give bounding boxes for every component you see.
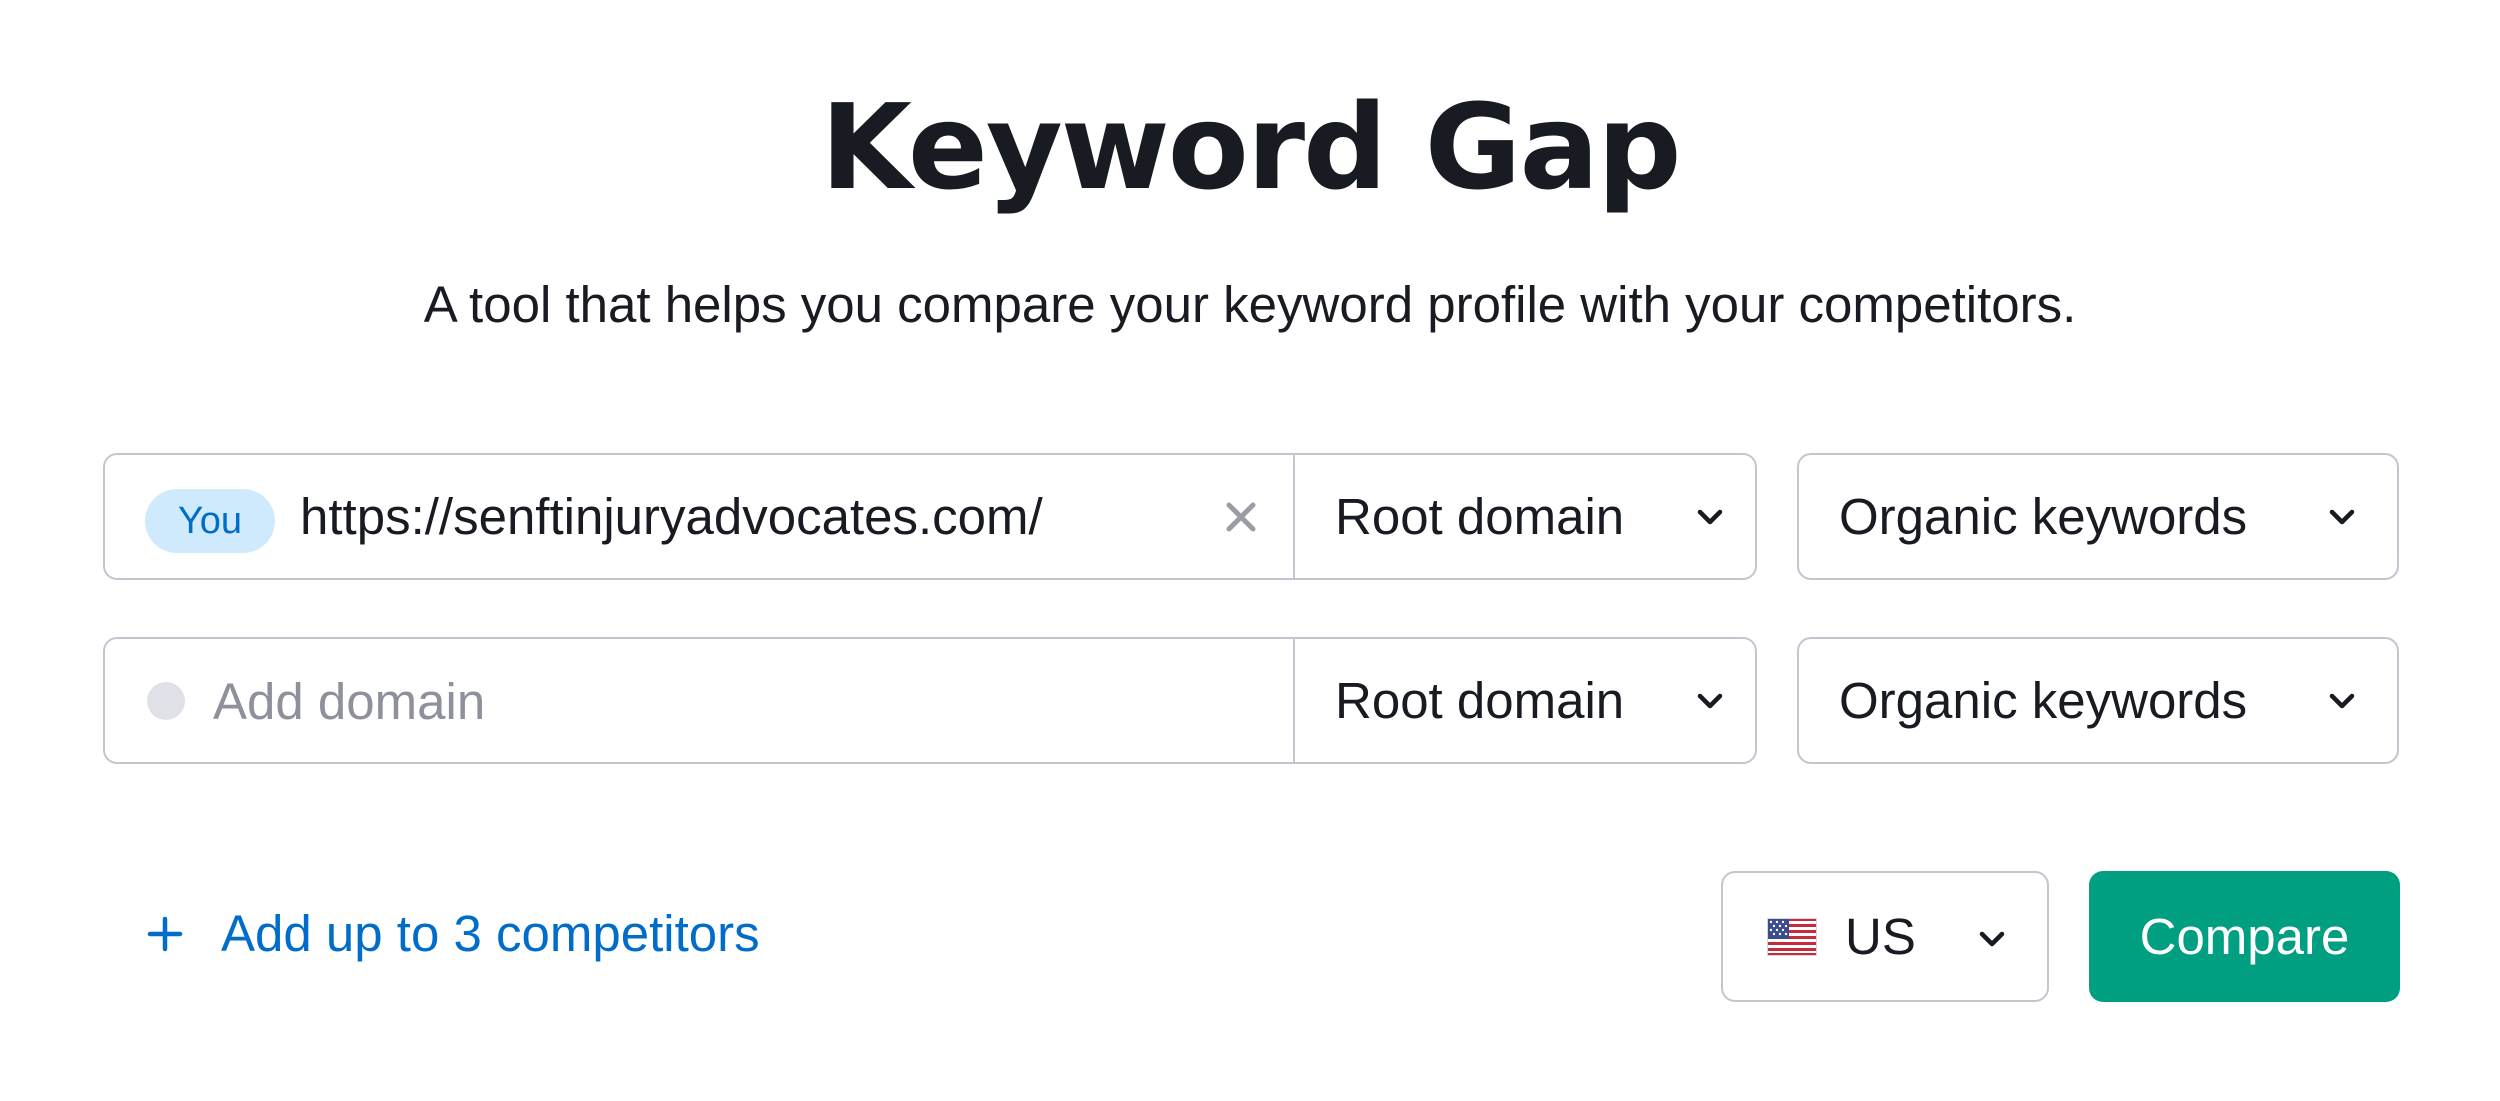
keyword-type-label: Organic keywords	[1839, 488, 2248, 545]
page-title: Keyword Gap	[820, 78, 1681, 216]
competitor-keyword-type-select[interactable]: Organic keywords	[1797, 637, 2399, 764]
scope-label: Root domain	[1335, 672, 1625, 729]
keyword-type-label: Organic keywords	[1839, 672, 2248, 729]
your-domain-value: https://senftinjuryadvocates.com/	[300, 488, 1043, 545]
plus-icon	[147, 916, 183, 952]
competitor-dot-icon	[147, 682, 185, 720]
chevron-down-icon	[1697, 509, 1723, 525]
compare-button[interactable]: Compare	[2089, 871, 2400, 1002]
close-icon[interactable]	[1217, 493, 1265, 541]
add-competitors-link[interactable]: Add up to 3 competitors	[145, 898, 760, 970]
competitor-domain-area	[105, 639, 1295, 762]
chevron-down-icon	[1979, 931, 2005, 947]
add-competitors-label: Add up to 3 competitors	[221, 905, 760, 962]
competitor-domain-row: Root domain	[103, 637, 1757, 764]
page-subtitle: A tool that helps you compare your keywo…	[423, 276, 2077, 333]
chevron-down-icon	[2329, 509, 2355, 525]
your-domain-row: You https://senftinjuryadvocates.com/ Ro…	[103, 453, 1757, 580]
your-domain-input[interactable]: You https://senftinjuryadvocates.com/	[105, 455, 1295, 578]
us-flag-icon	[1767, 918, 1817, 956]
chevron-down-icon	[2329, 693, 2355, 709]
your-domain-keyword-type-select[interactable]: Organic keywords	[1797, 453, 2399, 580]
country-label: US	[1845, 908, 1916, 965]
add-domain-input[interactable]	[213, 665, 1263, 737]
scope-label: Root domain	[1335, 488, 1625, 545]
competitor-scope-select[interactable]: Root domain	[1293, 639, 1757, 762]
chevron-down-icon	[1697, 693, 1723, 709]
your-domain-scope-select[interactable]: Root domain	[1293, 455, 1757, 578]
country-select[interactable]: US	[1721, 871, 2049, 1002]
you-badge: You	[145, 489, 275, 553]
